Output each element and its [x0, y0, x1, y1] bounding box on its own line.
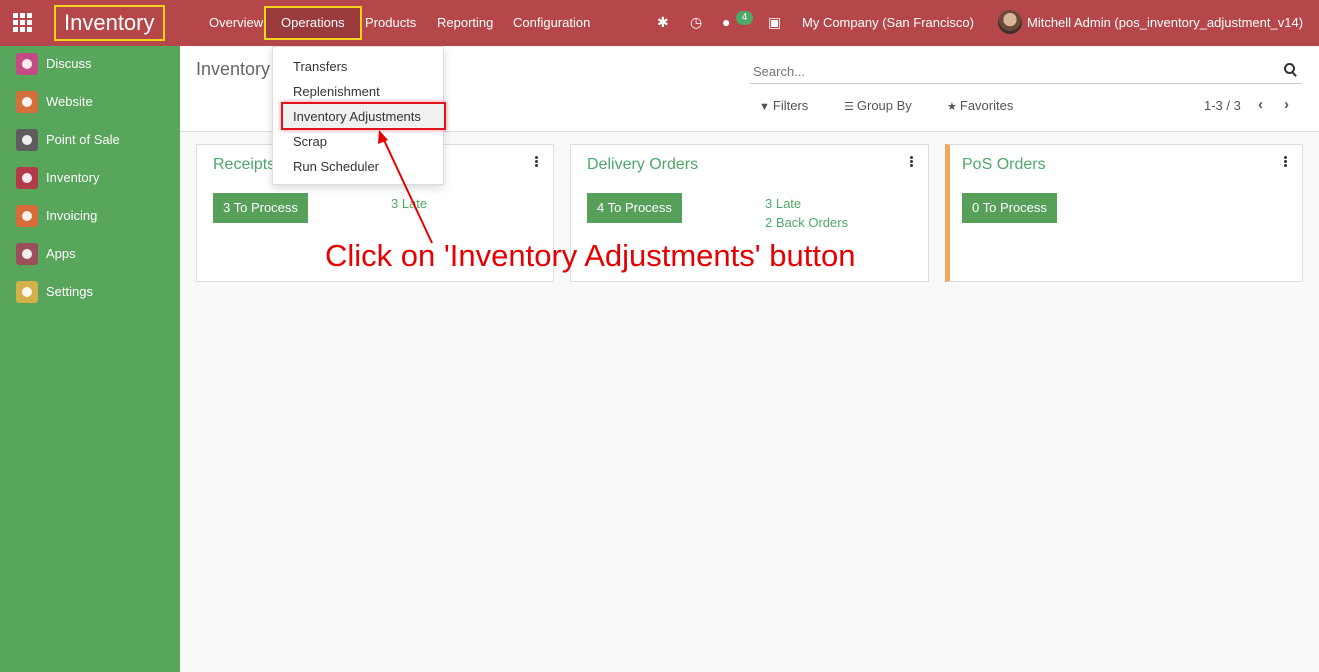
annotation-arrow [378, 130, 433, 244]
annotation-text: Click on 'Inventory Adjustments' button [325, 238, 856, 273]
